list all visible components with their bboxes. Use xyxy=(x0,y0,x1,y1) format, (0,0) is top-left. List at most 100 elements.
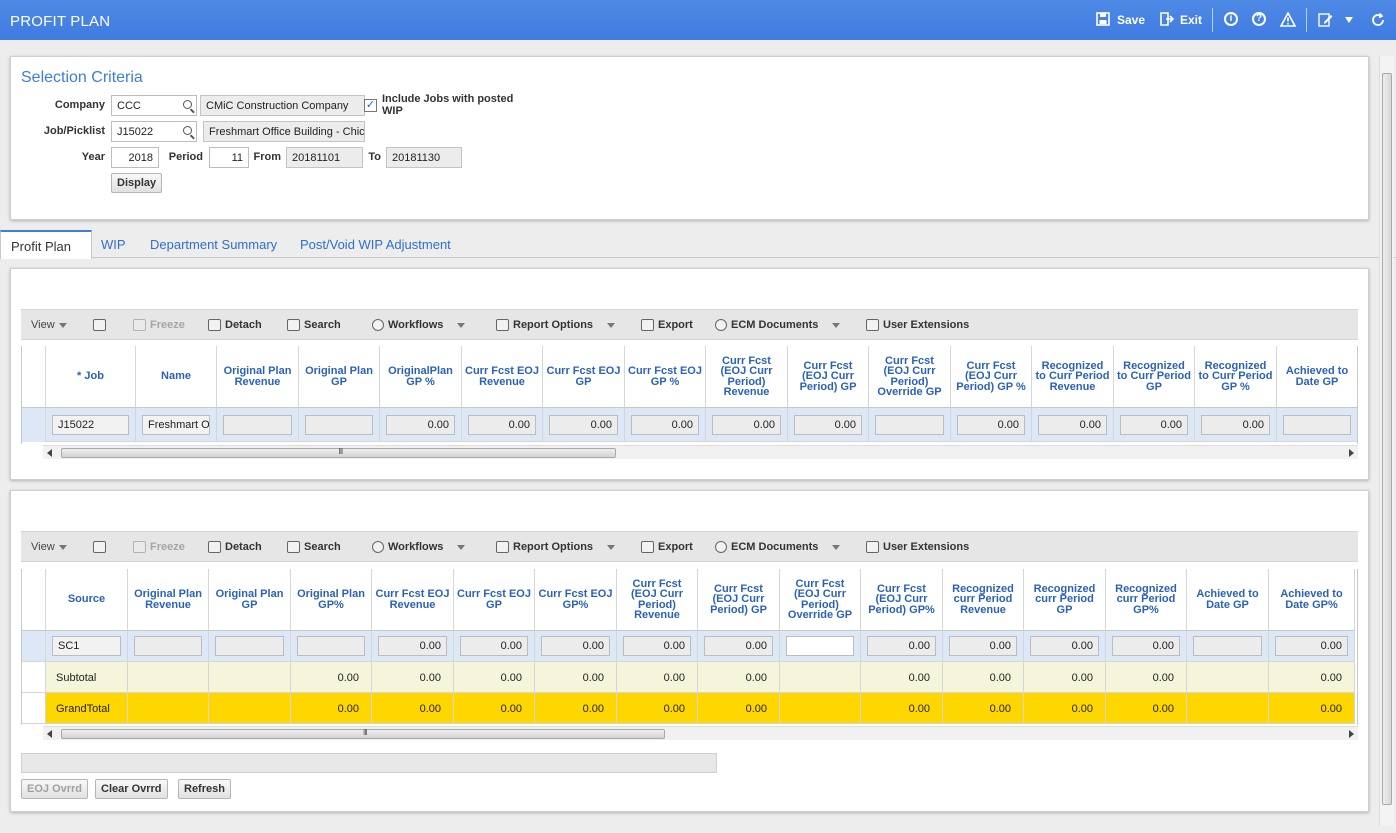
year-input[interactable]: 2018 xyxy=(111,147,159,168)
column-header[interactable]: Curr Fcst (EOJ Curr Period) GP xyxy=(698,569,780,631)
detach-button[interactable]: Detach xyxy=(208,541,262,553)
search-icon[interactable] xyxy=(183,126,192,135)
scroll-thumb[interactable] xyxy=(61,728,665,739)
refresh-page-button[interactable] xyxy=(1370,12,1386,28)
value-cell-input[interactable]: 0.00 xyxy=(1038,415,1107,435)
search-icon[interactable] xyxy=(183,100,192,109)
column-header[interactable]: OriginalPlan GP % xyxy=(380,346,462,408)
column-header[interactable]: Curr Fcst EOJ GP xyxy=(454,569,535,631)
column-header[interactable]: Original Plan Revenue xyxy=(217,346,299,408)
value-cell-input[interactable] xyxy=(875,415,944,435)
value-cell-input[interactable] xyxy=(1193,636,1262,656)
save-button[interactable]: Save xyxy=(1096,12,1145,28)
column-header[interactable]: Achieved to Date GP% xyxy=(1269,569,1355,631)
value-cell-input[interactable]: 0.00 xyxy=(704,636,773,656)
edit-menu-button[interactable] xyxy=(1318,12,1353,28)
tab-profit-plan[interactable]: Profit Plan xyxy=(0,230,92,259)
value-cell-input[interactable]: 0.00 xyxy=(460,636,528,656)
column-header[interactable]: Recognized curr Period Revenue xyxy=(943,569,1024,631)
column-header[interactable]: Recognized curr Period GP% xyxy=(1106,569,1187,631)
column-header[interactable]: Name xyxy=(136,346,217,408)
job-cell-input[interactable]: J15022 xyxy=(52,415,129,435)
tab-wip[interactable]: WIP xyxy=(91,230,136,259)
scroll-thumb[interactable] xyxy=(61,447,616,458)
report-options-menu[interactable]: Report Options xyxy=(496,319,616,331)
job-code-input[interactable]: J15022 xyxy=(111,121,197,142)
export-button[interactable]: Export xyxy=(641,541,693,553)
column-header[interactable]: Curr Fcst (EOJ Curr Period) GP xyxy=(788,346,869,408)
profit-plan-hscroll[interactable] xyxy=(43,445,1358,459)
tab-post-void-wip-adjustment[interactable]: Post/Void WIP Adjustment xyxy=(290,230,461,259)
exit-button[interactable]: Exit xyxy=(1159,12,1202,28)
column-header[interactable]: Curr Fcst EOJ GP% xyxy=(535,569,617,631)
column-header[interactable]: Curr Fcst (EOJ Curr Period) Override GP xyxy=(869,346,951,408)
column-header[interactable]: Curr Fcst (EOJ Curr Period) GP% xyxy=(861,569,943,631)
column-header[interactable]: Curr Fcst EOJ GP % xyxy=(625,346,706,408)
column-header[interactable]: Original Plan GP% xyxy=(291,569,372,631)
column-header[interactable]: Curr Fcst (EOJ Curr Period) Revenue xyxy=(617,569,698,631)
filter-button[interactable] xyxy=(93,319,106,331)
workflows-menu[interactable]: Workflows xyxy=(372,319,466,331)
clear-ovrrd-button[interactable]: Clear Ovrrd xyxy=(95,779,168,799)
filter-button[interactable] xyxy=(93,541,106,553)
column-header[interactable]: Original Plan GP xyxy=(299,346,380,408)
value-cell-input[interactable] xyxy=(305,415,373,435)
scroll-left-icon[interactable] xyxy=(47,730,52,738)
value-cell-input[interactable]: 0.00 xyxy=(712,415,781,435)
value-cell-input[interactable]: 0.00 xyxy=(794,415,862,435)
row-selector[interactable] xyxy=(22,662,46,693)
include-wip-checkbox[interactable]: ✓ xyxy=(364,99,377,112)
value-cell-input[interactable]: 0.00 xyxy=(386,415,455,435)
value-cell-input[interactable]: 0.00 xyxy=(549,415,618,435)
column-header[interactable]: Original Plan GP xyxy=(209,569,291,631)
column-header[interactable]: Curr Fcst (EOJ Curr Period) Revenue xyxy=(706,346,788,408)
freeze-button[interactable]: Freeze xyxy=(133,319,185,331)
freeze-button[interactable]: Freeze xyxy=(133,541,185,553)
value-cell-input[interactable]: 0.00 xyxy=(949,636,1017,656)
scroll-right-icon[interactable] xyxy=(1349,730,1354,738)
ecm-documents-menu[interactable]: ECM Documents xyxy=(715,541,841,553)
refresh-button[interactable]: Refresh xyxy=(178,779,231,799)
display-button[interactable]: Display xyxy=(111,173,163,193)
report-options-menu[interactable]: Report Options xyxy=(496,541,616,553)
source-cell-input[interactable]: SC1 xyxy=(52,636,121,656)
view-menu[interactable]: View xyxy=(31,319,67,331)
column-header[interactable]: Original Plan Revenue xyxy=(128,569,209,631)
name-cell-input[interactable]: Freshmart Office Building - Chicago xyxy=(142,415,210,435)
column-header[interactable]: Achieved to Date GP xyxy=(1187,569,1269,631)
ecm-documents-menu[interactable]: ECM Documents xyxy=(715,319,841,331)
value-cell-input[interactable]: 0.00 xyxy=(1201,415,1270,435)
value-cell-input[interactable]: 0.00 xyxy=(378,636,447,656)
row-selector[interactable] xyxy=(22,693,46,724)
value-cell-input[interactable]: 0.00 xyxy=(631,415,699,435)
user-extensions-button[interactable]: User Extensions xyxy=(866,541,969,553)
source-hscroll[interactable] xyxy=(43,726,1358,740)
scroll-thumb[interactable] xyxy=(1382,73,1392,805)
column-header[interactable]: Curr Fcst EOJ GP xyxy=(543,346,625,408)
column-header[interactable]: Recognized to Curr Period GP % xyxy=(1195,346,1277,408)
column-header[interactable]: * Job xyxy=(46,346,136,408)
value-cell-input[interactable]: 0.00 xyxy=(468,415,536,435)
column-header[interactable]: Achieved to Date GP xyxy=(1277,346,1357,408)
value-cell-input[interactable]: 0.00 xyxy=(623,636,691,656)
search-button[interactable]: Search xyxy=(287,319,341,331)
value-cell-input[interactable]: 0.00 xyxy=(1120,415,1188,435)
warning-button[interactable] xyxy=(1279,11,1297,28)
value-cell-input[interactable] xyxy=(1283,415,1351,435)
workflows-menu[interactable]: Workflows xyxy=(372,541,466,553)
export-button[interactable]: Export xyxy=(641,319,693,331)
page-vscroll[interactable] xyxy=(1379,56,1394,826)
value-cell-input[interactable] xyxy=(215,636,284,656)
view-menu[interactable]: View xyxy=(31,541,67,553)
row-selector[interactable] xyxy=(22,408,46,442)
value-cell-input[interactable] xyxy=(134,636,202,656)
info-button[interactable]: i xyxy=(1224,12,1238,26)
tab-department-summary[interactable]: Department Summary xyxy=(140,230,287,259)
user-extensions-button[interactable]: User Extensions xyxy=(866,319,969,331)
detach-button[interactable]: Detach xyxy=(208,319,262,331)
scroll-right-icon[interactable] xyxy=(1349,449,1354,457)
period-input[interactable]: 11 xyxy=(209,147,249,168)
column-header[interactable]: Recognized to Curr Period Revenue xyxy=(1032,346,1114,408)
column-header[interactable]: Source xyxy=(46,569,128,631)
value-cell-input[interactable]: 0.00 xyxy=(1275,636,1348,656)
